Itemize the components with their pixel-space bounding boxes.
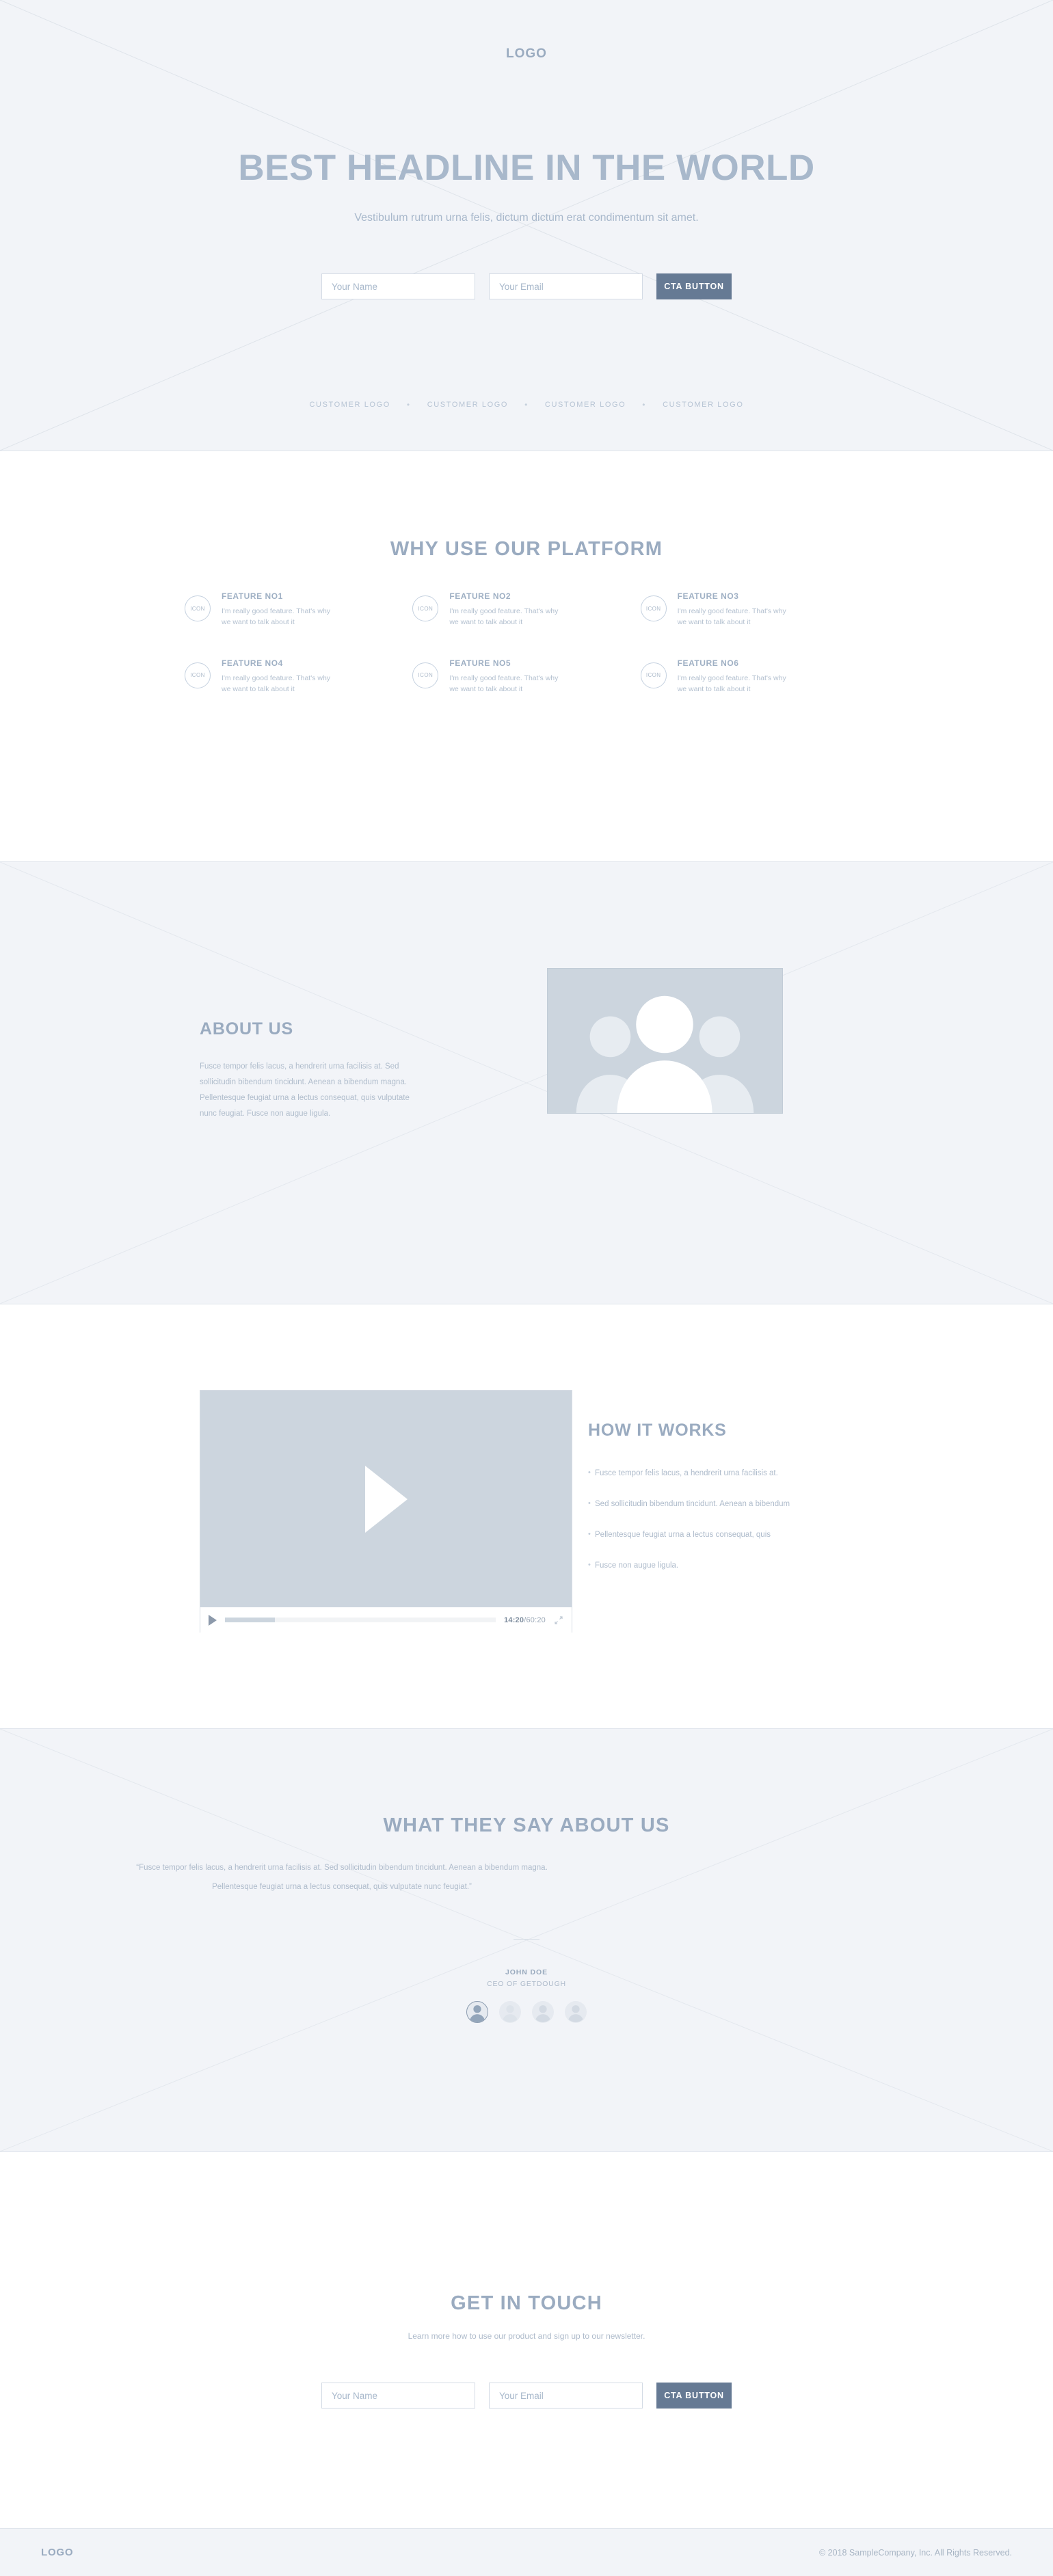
customer-logo-1[interactable]: CUSTOMER LOGO (427, 401, 508, 409)
avatar[interactable] (499, 2001, 521, 2023)
bullet-separator-icon: • (524, 400, 529, 410)
testimonial-section: WHAT THEY SAY ABOUT US “Fusce tempor fel… (0, 1728, 1053, 2152)
hero-email-input[interactable]: Your Email (489, 273, 643, 299)
hero-wireframe-crosslines (0, 0, 1053, 451)
hero-section: LOGO BEST HEADLINE IN THE WORLD Vestibul… (0, 0, 1053, 451)
video-controls: 14:20/60:20 (200, 1607, 572, 1633)
feature-title: FEATURE NO1 (222, 591, 283, 601)
feature-icon: ICON (412, 595, 439, 621)
customer-logo-2[interactable]: CUSTOMER LOGO (545, 401, 626, 409)
hero-email-placeholder: Your Email (499, 281, 544, 292)
feature-icon: ICON (412, 662, 439, 688)
newsletter-cta-button[interactable]: CTA BUTTON (656, 2383, 732, 2409)
feature-title: FEATURE NO4 (222, 658, 283, 668)
feature-icon: ICON (185, 662, 211, 688)
testimonial-avatar-pager (0, 2001, 1053, 2023)
testimonial-title: WHAT THEY SAY ABOUT US (383, 1814, 670, 1836)
get-in-touch-subtitle: Learn more how to use our product and si… (408, 2331, 645, 2341)
footer-logo[interactable]: LOGO (41, 2547, 73, 2558)
newsletter-name-input[interactable]: Your Name (321, 2383, 475, 2409)
list-item: Fusce non augue ligula. (588, 1561, 862, 1570)
how-it-works-text: HOW IT WORKS Fusce tempor felis lacus, a… (588, 1421, 862, 1592)
feature-card-4[interactable]: ICON FEATURE NO4 I'm really good feature… (185, 658, 412, 695)
list-item: Fusce tempor felis lacus, a hendrerit ur… (588, 1468, 862, 1477)
how-it-works-list: Fusce tempor felis lacus, a hendrerit ur… (588, 1468, 862, 1570)
feature-card-6[interactable]: ICON FEATURE NO6 I'm really good feature… (640, 658, 868, 695)
features-section: WHY USE OUR PLATFORM ICON FEATURE NO1 I'… (0, 451, 1053, 861)
page-title: BEST HEADLINE IN THE WORLD (238, 148, 815, 188)
customer-logo-strip: CUSTOMER LOGO • CUSTOMER LOGO • CUSTOMER… (0, 400, 1053, 410)
how-it-works-section: 14:20/60:20 HOW IT WORKS Fusce tempor fe… (0, 1304, 1053, 1728)
feature-card-2[interactable]: ICON FEATURE NO2 I'm really good feature… (412, 591, 640, 628)
hero-subheadline: Vestibulum rutrum urna felis, dictum dic… (354, 212, 699, 224)
feature-icon: ICON (640, 595, 667, 621)
testimonial-author: JOHN DOE CEO OF GETDOUGH (0, 1968, 1053, 1988)
feature-icon: ICON (185, 595, 211, 621)
about-body: Fusce tempor felis lacus, a hendrerit ur… (200, 1062, 410, 1118)
feature-title: FEATURE NO3 (677, 591, 739, 601)
video-progress-scrubber[interactable] (225, 1618, 496, 1622)
footer-copyright: © 2018 SampleCompany, Inc. All Rights Re… (818, 2547, 1012, 2558)
get-in-touch-section: GET IN TOUCH Learn more how to use our p… (0, 2152, 1053, 2528)
feature-card-3[interactable]: ICON FEATURE NO3 I'm really good feature… (640, 591, 868, 628)
divider (514, 1939, 539, 1940)
fullscreen-icon[interactable] (554, 1615, 563, 1625)
feature-description: I'm really good feature. That's why we w… (677, 607, 786, 627)
bullet-separator-icon: • (642, 400, 647, 410)
newsletter-email-input[interactable]: Your Email (489, 2383, 643, 2409)
list-item: Sed sollicitudin bibendum tincidunt. Aen… (588, 1499, 862, 1508)
hero-logo[interactable]: LOGO (0, 46, 1053, 62)
video-screen[interactable] (200, 1391, 572, 1607)
customer-logo-3[interactable]: CUSTOMER LOGO (663, 401, 743, 409)
feature-icon: ICON (640, 662, 667, 688)
feature-card-1[interactable]: ICON FEATURE NO1 I'm really good feature… (185, 591, 412, 628)
play-button-icon[interactable] (209, 1614, 217, 1626)
feature-title: FEATURE NO2 (449, 591, 511, 601)
play-icon[interactable] (364, 1465, 408, 1533)
newsletter-name-placeholder: Your Name (332, 2390, 378, 2401)
video-player[interactable]: 14:20/60:20 (200, 1390, 572, 1633)
feature-description: I'm really good feature. That's why we w… (449, 607, 559, 627)
video-current-time: 14:20 (504, 1615, 524, 1624)
about-title: ABOUT US (200, 1019, 293, 1038)
video-progress-fill (225, 1618, 276, 1622)
author-role: CEO OF GETDOUGH (487, 1980, 566, 1988)
author-name: JOHN DOE (505, 1968, 548, 1976)
hero-cta-button[interactable]: CTA BUTTON (656, 273, 732, 299)
hero-signup-form: Your Name Your Email CTA BUTTON (0, 273, 1053, 299)
about-image-placeholder (547, 968, 783, 1114)
get-in-touch-title: GET IN TOUCH (451, 2292, 602, 2314)
feature-card-5[interactable]: ICON FEATURE NO5 I'm really good feature… (412, 658, 640, 695)
list-item: Pellentesque feugiat urna a lectus conse… (588, 1530, 862, 1539)
testimonial-wireframe-crosslines (0, 1729, 1053, 2151)
how-it-works-title: HOW IT WORKS (588, 1421, 727, 1440)
feature-title: FEATURE NO5 (449, 658, 511, 668)
testimonial-quote: “Fusce tempor felis lacus, a hendrerit u… (136, 1864, 548, 1891)
avatar[interactable] (466, 2001, 488, 2023)
avatar[interactable] (532, 2001, 554, 2023)
avatar[interactable] (565, 2001, 587, 2023)
newsletter-form: Your Name Your Email CTA BUTTON (0, 2383, 1053, 2409)
customer-logo-0[interactable]: CUSTOMER LOGO (310, 401, 390, 409)
newsletter-email-placeholder: Your Email (499, 2390, 544, 2401)
video-timestamp: 14:20/60:20 (504, 1616, 546, 1624)
features-grid: ICON FEATURE NO1 I'm really good feature… (185, 591, 868, 695)
feature-description: I'm really good feature. That's why we w… (222, 673, 331, 693)
video-total-time: 60:20 (526, 1615, 546, 1624)
bullet-separator-icon: • (406, 400, 411, 410)
about-section: ABOUT US Fusce tempor felis lacus, a hen… (0, 861, 1053, 1304)
footer: LOGO © 2018 SampleCompany, Inc. All Righ… (0, 2528, 1053, 2576)
feature-title: FEATURE NO6 (677, 658, 739, 668)
hero-name-placeholder: Your Name (332, 281, 378, 292)
feature-description: I'm really good feature. That's why we w… (449, 673, 559, 693)
feature-description: I'm really good feature. That's why we w… (677, 673, 786, 693)
hero-name-input[interactable]: Your Name (321, 273, 475, 299)
feature-description: I'm really good feature. That's why we w… (222, 607, 331, 627)
